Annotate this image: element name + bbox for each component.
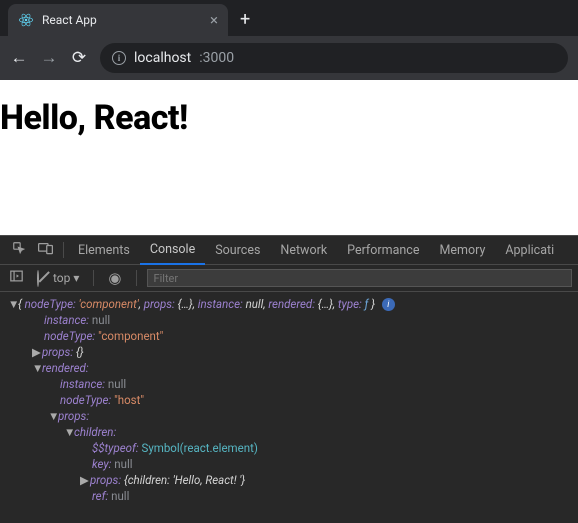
filter-input[interactable]	[147, 269, 572, 287]
val: 'component'	[79, 297, 139, 311]
key: nodeType:	[25, 297, 76, 311]
val: {…}	[178, 297, 193, 311]
key[interactable]: props:	[90, 473, 121, 487]
val: null	[246, 297, 264, 311]
address-input[interactable]: i localhost :3000	[100, 43, 568, 73]
tab-application[interactable]: Applicati	[495, 236, 564, 265]
val: null	[108, 377, 126, 391]
key: key:	[92, 457, 111, 471]
divider	[136, 270, 137, 286]
info-icon[interactable]: i	[382, 298, 395, 311]
browser-tab-bar: React App × +	[0, 0, 578, 36]
device-toggle-icon[interactable]	[32, 241, 59, 259]
new-tab-button[interactable]: +	[240, 9, 250, 30]
tab-title: React App	[42, 13, 202, 27]
browser-tab-active[interactable]: React App ×	[8, 4, 228, 36]
clear-console-icon[interactable]	[33, 271, 43, 286]
context-selector[interactable]: top ▾	[49, 271, 83, 285]
key: type:	[338, 297, 362, 311]
back-button[interactable]: ←	[10, 48, 28, 68]
sidebar-toggle-icon[interactable]	[6, 270, 27, 286]
forward-button[interactable]: →	[40, 48, 58, 68]
page-content: Hello, React!	[0, 80, 578, 235]
key: $$typeof:	[92, 441, 139, 455]
key: nodeType:	[44, 329, 95, 343]
val: {children: 'Hello, React! '}	[124, 473, 245, 487]
key: props:	[144, 297, 175, 311]
page-heading: Hello, React!	[0, 98, 578, 138]
divider	[63, 242, 64, 258]
chevron-down-icon: ▾	[73, 271, 79, 285]
brace: {	[18, 297, 22, 311]
reload-button[interactable]: ⟳	[70, 48, 88, 68]
key[interactable]: props:	[42, 345, 73, 359]
url-host: localhost	[134, 50, 191, 66]
val: null	[111, 489, 129, 503]
tab-sources[interactable]: Sources	[205, 236, 270, 265]
tab-performance[interactable]: Performance	[337, 236, 429, 265]
val: {}	[76, 345, 84, 359]
divider	[93, 270, 94, 286]
val: null	[114, 457, 132, 471]
val: {…}	[318, 297, 333, 311]
tab-memory[interactable]: Memory	[429, 236, 495, 265]
val: Symbol(react.element)	[142, 441, 258, 455]
tab-network[interactable]: Network	[270, 236, 337, 265]
key[interactable]: rendered:	[42, 361, 89, 375]
key: rendered:	[268, 297, 315, 311]
val: "host"	[114, 393, 144, 407]
val: ƒ	[365, 297, 369, 311]
close-icon[interactable]: ×	[210, 13, 218, 28]
address-bar: ← → ⟳ i localhost :3000	[0, 36, 578, 80]
inspect-icon[interactable]	[6, 241, 32, 259]
site-info-icon[interactable]: i	[112, 51, 126, 65]
react-icon	[18, 12, 34, 28]
val: null	[92, 313, 110, 327]
context-label: top	[53, 271, 70, 285]
key: instance:	[44, 313, 89, 327]
devtools-panel: Elements Console Sources Network Perform…	[0, 235, 578, 523]
val: "component"	[98, 329, 163, 343]
key[interactable]: children:	[74, 425, 116, 439]
key: nodeType:	[60, 393, 111, 407]
live-expression-icon[interactable]: ◉	[104, 269, 125, 287]
key[interactable]: props:	[58, 409, 89, 423]
tab-console[interactable]: Console	[140, 236, 205, 265]
url-port: :3000	[199, 50, 234, 66]
console-output[interactable]: ▼{ nodeType: 'component', props: {…}, in…	[0, 292, 578, 508]
devtools-tabbar: Elements Console Sources Network Perform…	[0, 236, 578, 265]
console-toolbar: top ▾ ◉	[0, 265, 578, 292]
key: instance:	[60, 377, 105, 391]
brace: }	[371, 297, 375, 311]
key: instance:	[198, 297, 243, 311]
key: ref:	[92, 489, 108, 503]
tab-elements[interactable]: Elements	[68, 236, 140, 265]
